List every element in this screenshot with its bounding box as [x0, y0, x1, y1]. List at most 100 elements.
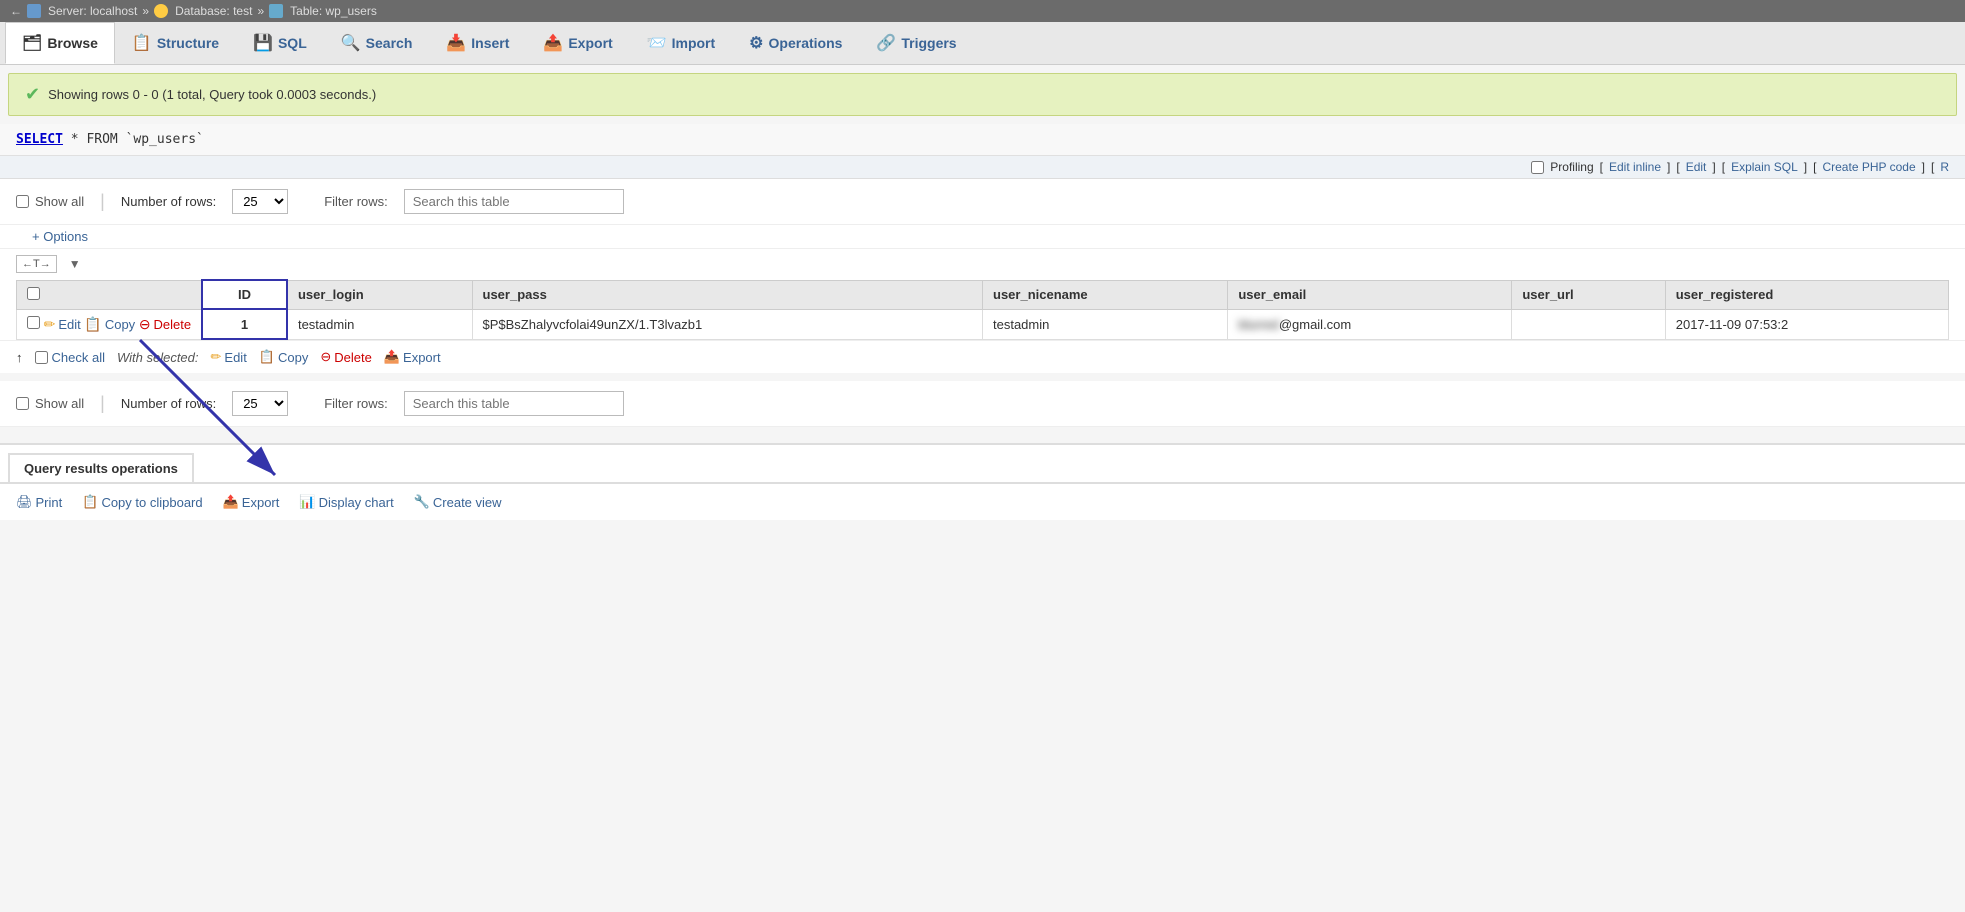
show-all-label-bottom[interactable]: Show all: [16, 396, 84, 411]
with-selected-text: With selected:: [117, 350, 199, 365]
controls-row-top: Show all | Number of rows: 25 50 100 250…: [0, 179, 1965, 225]
data-table: ID user_login user_pass user_nicename us…: [16, 279, 1949, 340]
table-label: Table: wp_users: [290, 4, 377, 18]
refresh-link[interactable]: R: [1940, 160, 1949, 174]
select-all-checkbox[interactable]: [27, 287, 40, 300]
tab-sql[interactable]: 💾 SQL: [236, 22, 324, 64]
copy-clipboard-icon: 📋: [82, 494, 98, 510]
profiling-sep4: ]: [1712, 160, 1715, 174]
delete-icon: ⊖: [139, 316, 151, 333]
check-all-checkbox[interactable]: [35, 351, 48, 364]
back-arrow[interactable]: ←: [10, 4, 22, 18]
tab-import[interactable]: 📨 Import: [630, 22, 732, 64]
rows-select-bottom[interactable]: 25 50 100 250 500: [232, 391, 288, 416]
with-selected-edit-icon: ✏: [211, 349, 222, 365]
import-icon: 📨: [647, 33, 667, 53]
col-header-user-email: user_email: [1228, 280, 1512, 309]
with-selected-export[interactable]: 📤 Export: [384, 349, 441, 365]
edit-link[interactable]: Edit: [1686, 160, 1707, 174]
query-ops-content: 🖨 Print 📋 Copy to clipboard 📤 Export 📊 D…: [0, 482, 1965, 520]
row-checkbox-1[interactable]: [27, 316, 40, 329]
sql-keyword: SELECT: [16, 132, 63, 147]
col-header-user-login: user_login: [287, 280, 472, 309]
banner-message: Showing rows 0 - 0 (1 total, Query took …: [48, 87, 376, 102]
controls-row-bottom: Show all | Number of rows: 25 50 100 250…: [0, 381, 1965, 427]
profiling-row: Profiling [ Edit inline ] [ Edit ] [ Exp…: [0, 156, 1965, 179]
tab-sql-label: SQL: [278, 35, 307, 51]
show-all-checkbox-bottom[interactable]: [16, 397, 29, 410]
with-selected-delete[interactable]: ⊖ Delete: [320, 349, 371, 365]
rows-select-top[interactable]: 25 50 100 250 500: [232, 189, 288, 214]
col-left-btn[interactable]: ←T→: [16, 255, 57, 273]
sql-icon: 💾: [253, 33, 273, 53]
filter-input-bottom[interactable]: [404, 391, 624, 416]
cell-user-url: [1512, 309, 1665, 339]
search-icon: 🔍: [341, 33, 361, 53]
print-icon: 🖨: [16, 494, 33, 510]
tab-triggers-label: Triggers: [901, 35, 956, 51]
success-check-icon: ✔: [25, 84, 40, 105]
tab-structure[interactable]: 📋 Structure: [115, 22, 236, 64]
browse-icon: 🗂: [22, 33, 42, 53]
tab-export[interactable]: 📤 Export: [526, 22, 629, 64]
print-link[interactable]: 🖨 Print: [16, 494, 62, 510]
edit-inline-link[interactable]: Edit inline: [1609, 160, 1661, 174]
tab-search[interactable]: 🔍 Search: [324, 22, 430, 64]
col-header-user-registered: user_registered: [1665, 280, 1948, 309]
server-label: Server: localhost: [48, 4, 137, 18]
with-selected-export-icon: 📤: [384, 349, 400, 365]
with-selected-copy[interactable]: 📋 Copy: [259, 349, 309, 365]
display-chart-icon: 📊: [299, 494, 315, 510]
insert-icon: 📥: [446, 33, 466, 53]
profiling-checkbox[interactable]: [1531, 161, 1544, 174]
cell-user-login: testadmin: [287, 309, 472, 339]
filter-input-top[interactable]: [404, 189, 624, 214]
row-edit-link[interactable]: ✏ Edit: [44, 316, 81, 333]
profiling-sep5: [: [1722, 160, 1725, 174]
col-header-user-pass: user_pass: [472, 280, 983, 309]
create-view-icon: 🔧: [414, 494, 430, 510]
show-all-label-top[interactable]: Show all: [16, 194, 84, 209]
tab-operations[interactable]: ⚙ Operations: [732, 22, 859, 64]
options-link[interactable]: + Options: [16, 225, 104, 248]
tab-browse[interactable]: 🗂 Browse: [5, 22, 115, 64]
export-ops-link[interactable]: 📤 Export: [223, 494, 280, 510]
with-selected-copy-icon: 📋: [259, 349, 275, 365]
filter-rows-label-top: Filter rows:: [324, 194, 388, 209]
tab-operations-label: Operations: [769, 35, 843, 51]
sql-rest: * FROM `wp_users`: [63, 132, 204, 147]
tab-structure-label: Structure: [157, 35, 219, 51]
number-of-rows-label-top: Number of rows:: [121, 194, 216, 209]
tab-triggers[interactable]: 🔗 Triggers: [859, 22, 973, 64]
tab-browse-label: Browse: [47, 35, 98, 51]
success-banner: ✔ Showing rows 0 - 0 (1 total, Query too…: [8, 73, 1957, 116]
col-header-user-nicename: user_nicename: [983, 280, 1228, 309]
create-php-link[interactable]: Create PHP code: [1822, 160, 1915, 174]
tab-import-label: Import: [672, 35, 716, 51]
col-header-user-url: user_url: [1512, 280, 1665, 309]
create-view-link[interactable]: 🔧 Create view: [414, 494, 502, 510]
with-selected-edit[interactable]: ✏ Edit: [211, 349, 247, 365]
nav-tabs: 🗂 Browse 📋 Structure 💾 SQL 🔍 Search 📥 In…: [0, 22, 1965, 65]
check-all-label[interactable]: Check all: [35, 350, 105, 365]
explain-sql-link[interactable]: Explain SQL: [1731, 160, 1798, 174]
tab-insert[interactable]: 📥 Insert: [429, 22, 526, 64]
server-icon: [27, 4, 41, 18]
row-delete-link[interactable]: ⊖ Delete: [139, 316, 191, 333]
display-chart-link[interactable]: 📊 Display chart: [299, 494, 393, 510]
cell-user-email: blurred@gmail.com: [1228, 309, 1512, 339]
query-ops-tab: Query results operations: [8, 453, 194, 482]
db-icon: [154, 4, 168, 18]
database-label: Database: test: [175, 4, 252, 18]
row-copy-link[interactable]: 📋 Copy: [84, 316, 135, 333]
sql-display: SELECT * FROM `wp_users`: [0, 124, 1965, 156]
table-section: ←T→ ▼ ID user_login user_pass user_nicen…: [0, 249, 1965, 340]
copy-clipboard-link[interactable]: 📋 Copy to clipboard: [82, 494, 202, 510]
profiling-sep1: [: [1600, 160, 1603, 174]
table-row: ✏ Edit 📋 Copy ⊖ Delete 1 testadmi: [17, 309, 1949, 339]
show-all-checkbox-top[interactable]: [16, 195, 29, 208]
profiling-sep7: [: [1813, 160, 1816, 174]
controls-separator-top: |: [100, 191, 105, 212]
col-controls: ←T→ ▼: [16, 249, 1949, 279]
structure-icon: 📋: [132, 33, 152, 53]
